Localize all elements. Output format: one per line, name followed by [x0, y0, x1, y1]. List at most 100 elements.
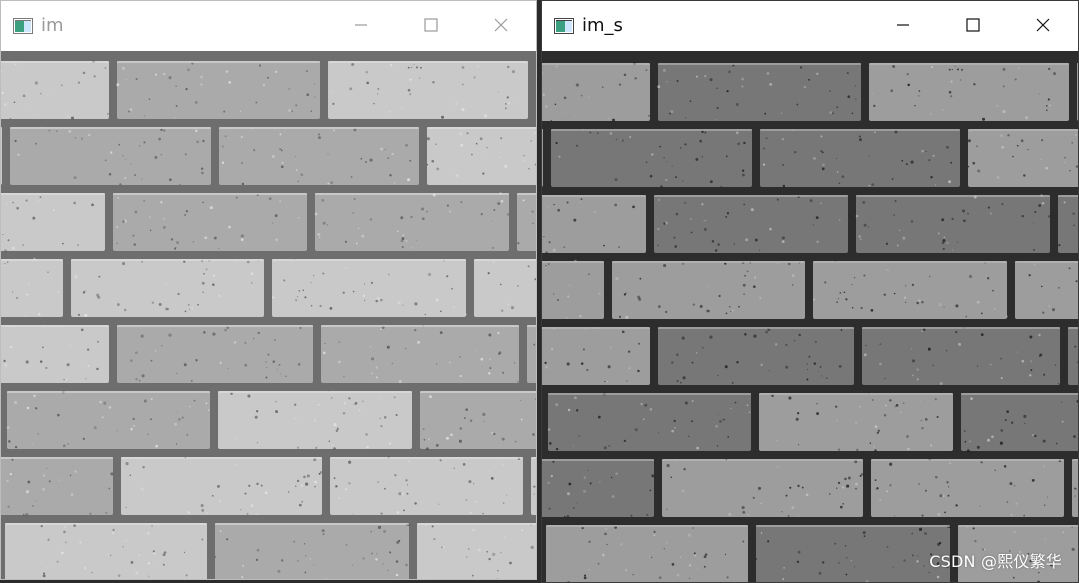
brick-edge — [420, 391, 536, 393]
brick — [961, 393, 1078, 451]
brick-speckle — [891, 178, 894, 180]
brick-speckle — [883, 414, 887, 417]
brick-speckle — [287, 491, 290, 493]
brick-speckle — [746, 270, 749, 273]
brick-edge — [1, 61, 109, 63]
brick-speckle — [780, 112, 783, 114]
brick-speckle — [380, 147, 383, 151]
brick-speckle — [1021, 214, 1025, 218]
brick-speckle — [847, 95, 851, 99]
brick-speckle — [272, 296, 275, 299]
brick-speckle — [871, 183, 875, 187]
brick-speckle — [725, 215, 728, 218]
brick-speckle — [160, 344, 163, 347]
brick-speckle — [863, 223, 867, 227]
titlebar[interactable]: im_s — [542, 1, 1078, 51]
window-im_s[interactable]: im_s CSDN @熙仪繁华 — [541, 0, 1079, 583]
brick-speckle — [760, 363, 763, 367]
brick-speckle — [1038, 571, 1040, 574]
brick — [1, 259, 63, 317]
brick-speckle — [607, 117, 610, 120]
brick-speckle — [350, 176, 353, 178]
brick-speckle — [23, 513, 25, 516]
brick-speckle — [644, 403, 648, 407]
brick-edge — [1, 127, 2, 129]
brick-speckle — [143, 141, 146, 144]
brick-speckle — [797, 550, 801, 554]
brick-speckle — [555, 447, 559, 451]
brick-speckle — [911, 348, 913, 350]
brick-speckle — [97, 340, 99, 343]
brick-speckle — [279, 148, 282, 151]
brick-speckle — [581, 526, 584, 530]
brick-speckle — [62, 444, 66, 448]
brick-speckle — [203, 331, 206, 334]
brick-speckle — [868, 155, 870, 157]
maximize-button[interactable] — [938, 1, 1008, 51]
brick-speckle — [627, 350, 631, 353]
brick-speckle — [42, 487, 45, 491]
minimize-button[interactable] — [326, 1, 396, 51]
brick-speckle — [871, 399, 874, 401]
brick-speckle — [143, 115, 146, 117]
brick-speckle — [344, 267, 348, 271]
brick-edge — [527, 325, 536, 327]
brick-speckle — [814, 340, 817, 343]
brick-edge — [1, 259, 63, 261]
brick-speckle — [322, 221, 326, 225]
brick-speckle — [1045, 109, 1048, 112]
brick-speckle — [769, 82, 773, 86]
brick-speckle — [38, 313, 41, 316]
brick-speckle — [911, 532, 914, 535]
brick-speckle — [943, 306, 945, 308]
brick-speckle — [227, 368, 229, 370]
brick-speckle — [1000, 134, 1004, 138]
brick-speckle — [154, 155, 158, 159]
brick-edge — [7, 391, 210, 393]
brick-speckle — [62, 242, 64, 245]
brick-speckle — [637, 369, 640, 373]
brick-speckle — [877, 429, 880, 432]
close-button[interactable] — [1008, 1, 1078, 51]
maximize-button[interactable] — [396, 1, 466, 51]
brick-speckle — [808, 355, 811, 358]
brick-speckle — [902, 236, 906, 240]
brick — [542, 261, 604, 319]
brick-speckle — [550, 475, 553, 478]
brick-speckle — [57, 413, 60, 417]
brick-speckle — [482, 512, 484, 515]
brick-speckle — [14, 139, 17, 143]
desktop: im im_s CSDN @熙仪繁华 — [0, 0, 1079, 583]
brick-speckle — [552, 248, 556, 252]
brick-speckle — [315, 446, 318, 449]
brick-speckle — [223, 110, 226, 113]
brick-speckle — [240, 238, 244, 242]
brick-speckle — [149, 229, 152, 232]
brick-speckle — [35, 142, 37, 145]
close-button[interactable] — [466, 1, 536, 51]
window-im[interactable]: im — [0, 0, 537, 580]
brick-speckle — [219, 361, 222, 365]
brick-speckle — [903, 402, 905, 404]
brick-speckle — [799, 66, 803, 69]
brick-speckle — [628, 367, 631, 370]
brick-speckle — [961, 68, 963, 71]
brick-speckle — [288, 109, 292, 112]
brick-speckle — [500, 309, 504, 312]
brick-speckle — [446, 204, 449, 207]
brick-speckle — [834, 405, 838, 408]
brick-speckle — [82, 291, 86, 294]
brick-speckle — [361, 234, 365, 238]
brick-speckle — [194, 101, 198, 104]
minimize-button[interactable] — [868, 1, 938, 51]
brick-edge — [856, 195, 1050, 197]
brick-speckle — [250, 282, 253, 284]
brick-speckle — [787, 514, 790, 517]
brick-speckle — [185, 88, 188, 91]
brick-speckle — [970, 397, 973, 401]
brick-speckle — [3, 359, 6, 363]
titlebar[interactable]: im — [1, 1, 536, 51]
brick-speckle — [366, 81, 369, 85]
brick-speckle — [395, 413, 398, 416]
brick-speckle — [4, 249, 8, 253]
